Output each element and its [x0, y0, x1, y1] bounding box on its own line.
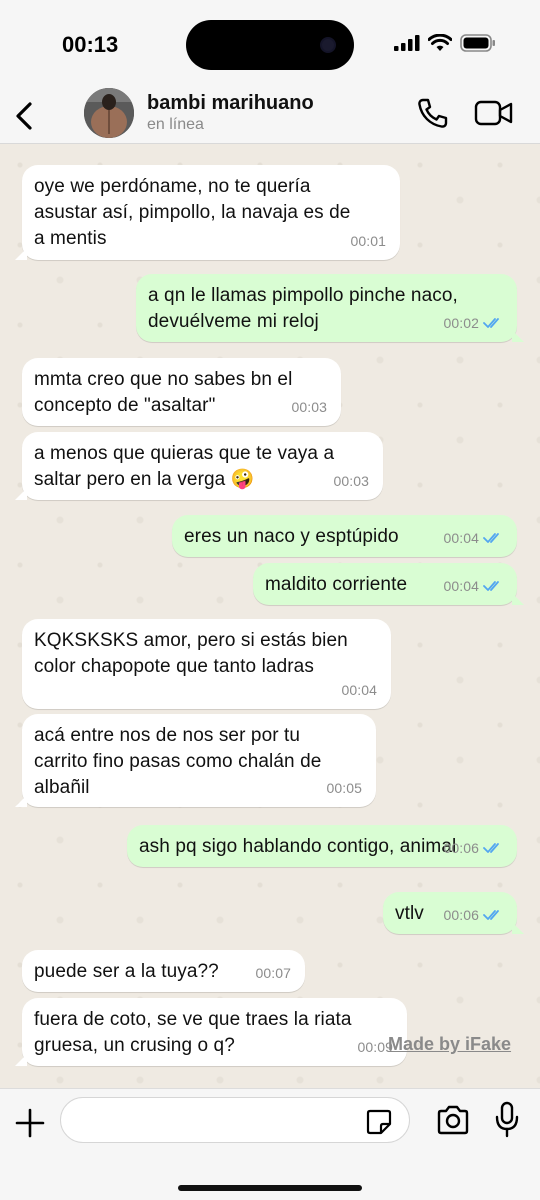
avatar[interactable] — [84, 88, 134, 138]
message-time: 00:01 — [350, 233, 386, 249]
message-incoming[interactable]: fuera de coto, se ve que traes la riata … — [15, 998, 407, 1066]
input-bar — [0, 1088, 540, 1200]
message-outgoing[interactable]: vtlv 00:06 — [383, 892, 524, 934]
message-time: 00:04 — [341, 682, 377, 698]
message-text: mmta creo que no sabes bn el concepto de… — [34, 369, 293, 416]
message-meta: 00:06 — [443, 902, 503, 928]
message-incoming[interactable]: mmta creo que no sabes bn el concepto de… — [22, 358, 341, 426]
message-text: a menos que quieras que te vaya a saltar… — [34, 443, 335, 490]
avatar-image — [84, 88, 134, 138]
message-text: puede ser a la tuya?? — [34, 961, 219, 982]
message-meta: 00:06 — [443, 835, 503, 861]
double-check-icon — [483, 581, 499, 591]
chat-area[interactable]: oye we perdóname, no te quería asustar a… — [0, 145, 540, 1088]
chat-header: bambi marihuano en línea — [0, 88, 540, 144]
message-time: 00:04 — [443, 530, 479, 546]
dynamic-island — [186, 20, 354, 70]
plus-icon — [15, 1108, 45, 1138]
phone-icon — [418, 98, 448, 128]
back-button[interactable] — [12, 96, 36, 136]
sticker-icon — [366, 1109, 392, 1135]
message-incoming[interactable]: KQKSKSKS amor, pero si estás bien color … — [22, 619, 391, 709]
camera-icon — [437, 1105, 469, 1135]
message-time: 00:04 — [443, 578, 479, 594]
message-meta: 00:01 — [350, 228, 386, 254]
home-indicator[interactable] — [178, 1185, 362, 1191]
message-time: 00:05 — [326, 780, 362, 796]
camera-button[interactable] — [436, 1105, 470, 1135]
message-outgoing[interactable]: ash pq sigo hablando contigo, animal 00:… — [127, 825, 517, 867]
message-time: 00:03 — [333, 473, 369, 489]
video-call-button[interactable] — [474, 98, 514, 128]
double-check-icon — [483, 533, 499, 543]
message-text: acá entre nos de nos ser por tu carrito … — [34, 725, 322, 798]
message-meta: 00:04 — [443, 573, 503, 599]
message-time: 00:02 — [443, 315, 479, 331]
message-incoming[interactable]: puede ser a la tuya?? 00:07 — [22, 950, 305, 992]
status-time: 00:13 — [62, 32, 119, 57]
attach-button[interactable] — [14, 1107, 46, 1139]
message-meta: 00:03 — [333, 468, 369, 494]
message-text: fuera de coto, se ve que traes la riata … — [34, 1009, 352, 1056]
message-meta: 00:04 — [443, 525, 503, 551]
message-time: 00:06 — [443, 907, 479, 923]
message-meta: 00:02 — [443, 310, 503, 336]
contact-status: en línea — [147, 116, 204, 133]
double-check-icon — [483, 910, 499, 920]
cellular-signal-icon — [394, 35, 420, 51]
voice-message-button[interactable] — [494, 1101, 520, 1139]
status-bar: 00:13 — [0, 0, 540, 88]
chevron-left-icon — [16, 102, 32, 130]
front-camera-icon — [320, 37, 336, 53]
message-incoming[interactable]: oye we perdóname, no te quería asustar a… — [15, 165, 400, 260]
message-incoming[interactable]: a menos que quieras que te vaya a saltar… — [15, 432, 383, 500]
message-meta: 00:05 — [326, 775, 362, 801]
contact-name[interactable]: bambi marihuano — [147, 92, 314, 115]
message-meta: 00:03 — [291, 394, 327, 420]
message-time: 00:03 — [291, 399, 327, 415]
message-input[interactable] — [60, 1097, 410, 1143]
microphone-icon — [495, 1101, 519, 1138]
message-incoming[interactable]: acá entre nos de nos ser por tu carrito … — [15, 714, 376, 807]
battery-icon — [460, 34, 495, 52]
message-outgoing[interactable]: a qn le llamas pimpollo pinche naco, dev… — [136, 274, 524, 342]
message-outgoing[interactable]: eres un naco y esptúpido 00:04 — [172, 515, 517, 557]
video-camera-icon — [474, 100, 513, 126]
message-meta: 00:07 — [255, 960, 291, 986]
message-text: KQKSKSKS amor, pero si estás bien color … — [34, 630, 348, 677]
sticker-button[interactable] — [366, 1109, 392, 1135]
voice-call-button[interactable] — [414, 96, 450, 132]
message-outgoing[interactable]: maldito corriente 00:04 — [253, 563, 524, 605]
status-icons — [394, 34, 496, 52]
double-check-icon — [483, 318, 499, 328]
watermark: Made by iFake — [388, 1034, 512, 1054]
message-time: 00:06 — [443, 840, 479, 856]
message-text: oye we perdóname, no te quería asustar a… — [34, 176, 351, 249]
wifi-icon — [428, 34, 452, 51]
message-meta: 00:04 — [341, 677, 377, 703]
double-check-icon — [483, 843, 499, 853]
message-time: 00:07 — [255, 965, 291, 981]
